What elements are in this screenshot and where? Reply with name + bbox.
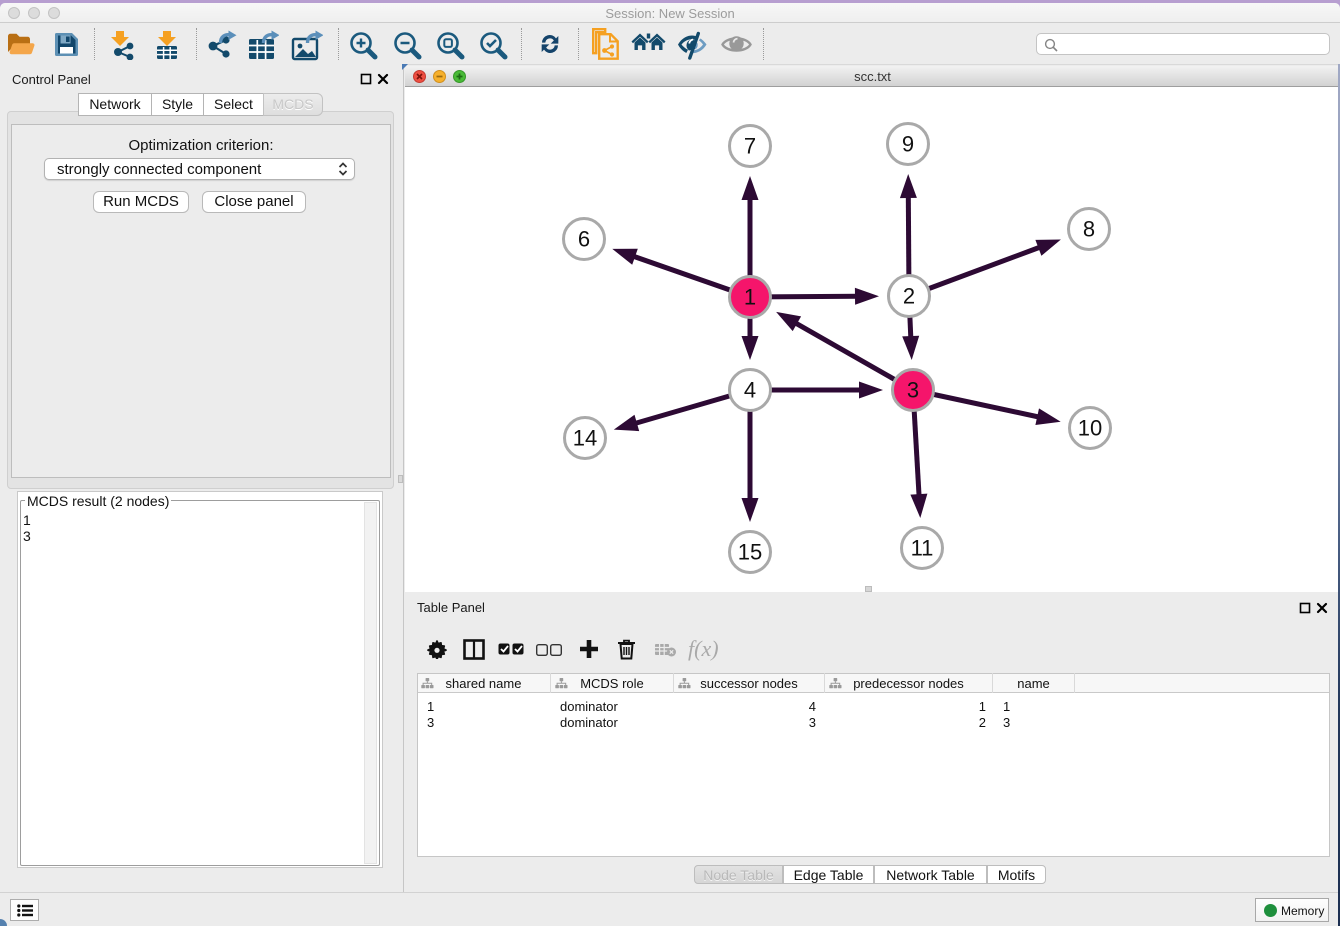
svg-text:10: 10 bbox=[1078, 416, 1102, 441]
svg-text:14: 14 bbox=[573, 426, 597, 451]
svg-text:15: 15 bbox=[738, 540, 762, 565]
svg-text:4: 4 bbox=[744, 378, 756, 403]
svg-text:9: 9 bbox=[902, 132, 914, 157]
svg-text:3: 3 bbox=[907, 378, 919, 403]
svg-text:2: 2 bbox=[903, 284, 915, 309]
svg-text:1: 1 bbox=[744, 285, 756, 310]
svg-text:11: 11 bbox=[911, 536, 934, 561]
svg-text:7: 7 bbox=[744, 134, 756, 159]
svg-text:6: 6 bbox=[578, 227, 590, 252]
svg-text:8: 8 bbox=[1083, 217, 1095, 242]
